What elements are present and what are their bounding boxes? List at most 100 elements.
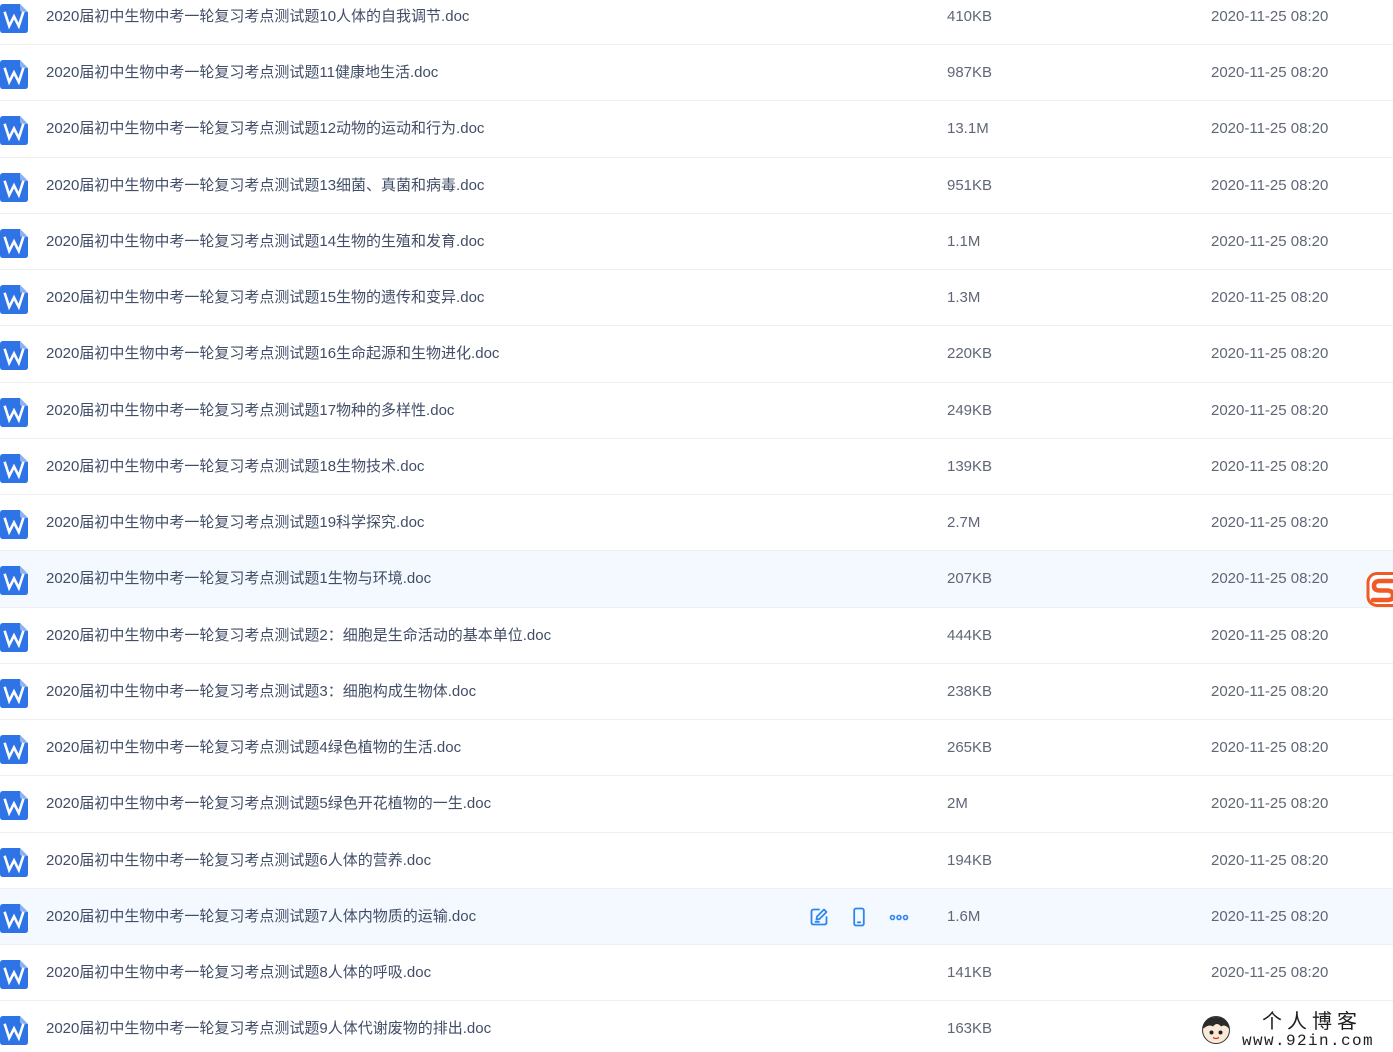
word-doc-icon: [0, 510, 28, 540]
file-size: 13.1M: [947, 120, 989, 138]
file-name[interactable]: 2020届初中生物中考一轮复习考点测试题14生物的生殖和发育.doc: [46, 232, 484, 252]
file-row[interactable]: 2020届初中生物中考一轮复习考点测试题6人体的营养.doc 194KB 202…: [0, 833, 1393, 889]
row-actions: [808, 906, 910, 928]
file-size: 141KB: [947, 964, 993, 982]
word-doc-icon: [0, 116, 28, 146]
more-icon[interactable]: [888, 906, 910, 928]
file-row[interactable]: 2020届初中生物中考一轮复习考点测试题10人体的自我调节.doc 410KB …: [0, 0, 1393, 45]
file-name[interactable]: 2020届初中生物中考一轮复习考点测试题9人体代谢废物的排出.doc: [46, 1019, 491, 1039]
file-modified-date: 2020-11-25 08:20: [1211, 120, 1329, 138]
word-doc-icon: [0, 3, 28, 33]
file-size: 1.6M: [947, 907, 981, 925]
word-doc-icon: [0, 453, 28, 483]
file-size: 1.3M: [947, 289, 981, 307]
word-doc-icon: [0, 735, 28, 765]
file-row[interactable]: 2020届初中生物中考一轮复习考点测试题13细菌、真菌和病毒.doc 951KB…: [0, 158, 1393, 214]
file-row[interactable]: 2020届初中生物中考一轮复习考点测试题19科学探究.doc 2.7M 2020…: [0, 495, 1393, 552]
file-modified-date: 2020-11-25 08:20: [1211, 851, 1329, 869]
word-doc-icon: [0, 397, 28, 427]
file-size: 238KB: [947, 682, 993, 700]
file-list: 2020届初中生物中考一轮复习考点测试题10人体的自我调节.doc 410KB …: [0, 0, 1393, 1052]
word-doc-icon: [0, 1016, 28, 1046]
file-name[interactable]: 2020届初中生物中考一轮复习考点测试题2：细胞是生命活动的基本单位.doc: [46, 626, 551, 646]
file-size: 194KB: [947, 851, 993, 869]
file-modified-date: 2020-11-25 08:20: [1211, 570, 1329, 588]
word-doc-icon: [0, 678, 28, 708]
file-size: 163KB: [947, 1020, 993, 1038]
file-name[interactable]: 2020届初中生物中考一轮复习考点测试题13细菌、真菌和病毒.doc: [46, 176, 484, 196]
file-modified-date: 2020-11-25 08:20: [1211, 907, 1329, 925]
file-size: 139KB: [947, 457, 993, 475]
word-doc-icon: [0, 341, 28, 371]
edit-icon[interactable]: [808, 906, 830, 928]
file-name[interactable]: 2020届初中生物中考一轮复习考点测试题19科学探究.doc: [46, 513, 424, 533]
file-row[interactable]: 2020届初中生物中考一轮复习考点测试题1生物与环境.doc 207KB 202…: [0, 551, 1393, 608]
file-row[interactable]: 2020届初中生物中考一轮复习考点测试题17物种的多样性.doc 249KB 2…: [0, 383, 1393, 439]
file-size: 2M: [947, 795, 968, 813]
file-name[interactable]: 2020届初中生物中考一轮复习考点测试题11健康地生活.doc: [46, 63, 438, 83]
word-doc-icon: [0, 566, 28, 596]
file-name[interactable]: 2020届初中生物中考一轮复习考点测试题5绿色开花植物的一生.doc: [46, 794, 491, 814]
word-doc-icon: [0, 285, 28, 315]
file-row[interactable]: 2020届初中生物中考一轮复习考点测试题15生物的遗传和变异.doc 1.3M …: [0, 270, 1393, 327]
file-size: 1.1M: [947, 232, 981, 250]
file-size: 249KB: [947, 401, 993, 419]
file-modified-date: 2020-11-25 08:20: [1211, 795, 1329, 813]
file-row[interactable]: 2020届初中生物中考一轮复习考点测试题12动物的运动和行为.doc 13.1M…: [0, 101, 1393, 158]
file-row[interactable]: 2020届初中生物中考一轮复习考点测试题8人体的呼吸.doc 141KB 202…: [0, 945, 1393, 1002]
file-modified-date: 2020-11-25 08:20: [1211, 232, 1329, 250]
word-doc-icon: [0, 903, 28, 933]
file-name[interactable]: 2020届初中生物中考一轮复习考点测试题12动物的运动和行为.doc: [46, 119, 484, 139]
file-modified-date: 2020-11-25 08:20: [1211, 739, 1329, 757]
file-modified-date: 2020-11-25 08:20: [1211, 682, 1329, 700]
file-name[interactable]: 2020届初中生物中考一轮复习考点测试题1生物与环境.doc: [46, 569, 431, 589]
sogou-ime-icon[interactable]: [1365, 571, 1393, 608]
file-row[interactable]: 2020届初中生物中考一轮复习考点测试题14生物的生殖和发育.doc 1.1M …: [0, 214, 1393, 270]
file-name[interactable]: 2020届初中生物中考一轮复习考点测试题3：细胞构成生物体.doc: [46, 682, 476, 702]
file-size: 220KB: [947, 345, 993, 363]
file-size: 207KB: [947, 570, 993, 588]
file-row[interactable]: 2020届初中生物中考一轮复习考点测试题11健康地生活.doc 987KB 20…: [0, 45, 1393, 102]
file-browser-page: 2020届初中生物中考一轮复习考点测试题10人体的自我调节.doc 410KB …: [0, 0, 1393, 1052]
file-modified-date: 2020-11-25 08:20: [1211, 964, 1329, 982]
file-size: 410KB: [947, 7, 993, 25]
file-size: 265KB: [947, 739, 993, 757]
word-doc-icon: [0, 960, 28, 990]
file-modified-date: 2020-11-25 08:20: [1211, 345, 1329, 363]
watermark: 个人博客 www.92in.com: [1195, 1008, 1393, 1052]
file-modified-date: 2020-11-25 08:20: [1211, 64, 1329, 82]
file-name[interactable]: 2020届初中生物中考一轮复习考点测试题8人体的呼吸.doc: [46, 963, 431, 983]
file-row[interactable]: 2020届初中生物中考一轮复习考点测试题3：细胞构成生物体.doc 238KB …: [0, 664, 1393, 720]
file-row[interactable]: 2020届初中生物中考一轮复习考点测试题7人体内物质的运输.doc 1.6M 2…: [0, 888, 1393, 945]
file-row[interactable]: 2020届初中生物中考一轮复习考点测试题18生物技术.doc 139KB 202…: [0, 439, 1393, 495]
file-row[interactable]: 2020届初中生物中考一轮复习考点测试题5绿色开花植物的一生.doc 2M 20…: [0, 776, 1393, 833]
file-name[interactable]: 2020届初中生物中考一轮复习考点测试题7人体内物质的运输.doc: [46, 907, 476, 927]
file-row[interactable]: 2020届初中生物中考一轮复习考点测试题9人体代谢废物的排出.doc 163KB: [0, 1001, 1393, 1052]
file-modified-date: 2020-11-25 08:20: [1211, 176, 1329, 194]
file-size: 444KB: [947, 626, 993, 644]
word-doc-icon: [0, 847, 28, 877]
watermark-url: www.92in.com: [1242, 1032, 1375, 1050]
file-row[interactable]: 2020届初中生物中考一轮复习考点测试题16生命起源和生物进化.doc 220K…: [0, 326, 1393, 383]
file-modified-date: 2020-11-25 08:20: [1211, 401, 1329, 419]
file-name[interactable]: 2020届初中生物中考一轮复习考点测试题17物种的多样性.doc: [46, 401, 454, 421]
file-name[interactable]: 2020届初中生物中考一轮复习考点测试题4绿色植物的生活.doc: [46, 738, 461, 758]
file-modified-date: 2020-11-25 08:20: [1211, 457, 1329, 475]
word-doc-icon: [0, 622, 28, 652]
file-name[interactable]: 2020届初中生物中考一轮复习考点测试题10人体的自我调节.doc: [46, 7, 469, 27]
file-row[interactable]: 2020届初中生物中考一轮复习考点测试题4绿色植物的生活.doc 265KB 2…: [0, 720, 1393, 777]
watermark-title: 个人博客: [1262, 1011, 1362, 1033]
word-doc-icon: [0, 791, 28, 821]
file-name[interactable]: 2020届初中生物中考一轮复习考点测试题16生命起源和生物进化.doc: [46, 344, 499, 364]
mobile-icon[interactable]: [848, 906, 870, 928]
file-size: 951KB: [947, 176, 993, 194]
file-size: 987KB: [947, 64, 993, 82]
file-name[interactable]: 2020届初中生物中考一轮复习考点测试题15生物的遗传和变异.doc: [46, 288, 484, 308]
file-size: 2.7M: [947, 514, 981, 532]
file-row[interactable]: 2020届初中生物中考一轮复习考点测试题2：细胞是生命活动的基本单位.doc 4…: [0, 608, 1393, 664]
file-name[interactable]: 2020届初中生物中考一轮复习考点测试题18生物技术.doc: [46, 457, 424, 477]
watermark-avatar-icon: [1201, 1015, 1231, 1045]
file-modified-date: 2020-11-25 08:20: [1211, 289, 1329, 307]
word-doc-icon: [0, 60, 28, 90]
file-name[interactable]: 2020届初中生物中考一轮复习考点测试题6人体的营养.doc: [46, 851, 431, 871]
